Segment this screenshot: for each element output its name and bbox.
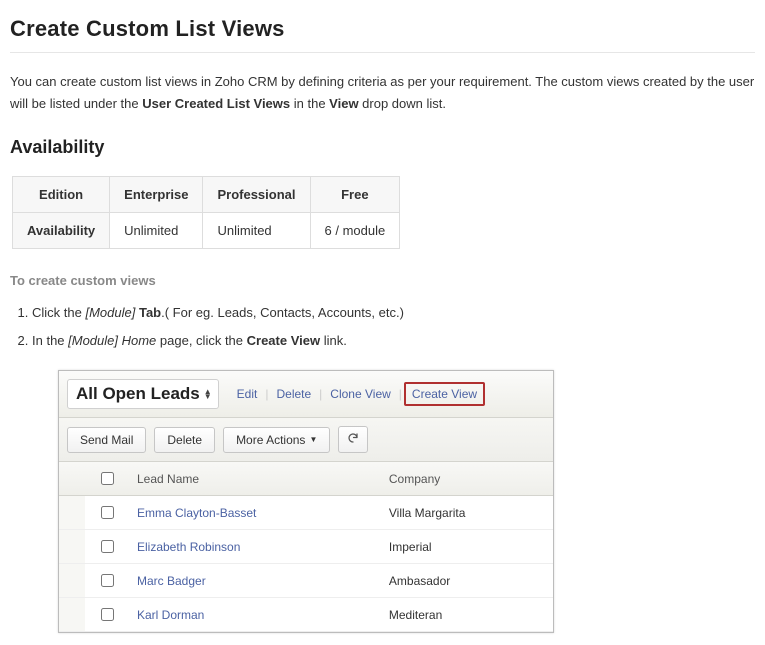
th-lead-name: Lead Name xyxy=(129,462,381,496)
leads-table: Lead Name Company Emma Clayton-Basset Vi… xyxy=(59,462,553,632)
page-title: Create Custom List Views xyxy=(10,16,755,42)
step1-text-b: .( For eg. Leads, Contacts, Accounts, et… xyxy=(161,305,404,320)
company-cell: Villa Margarita xyxy=(381,496,553,530)
more-actions-label: More Actions xyxy=(236,433,305,447)
more-actions-button[interactable]: More Actions ▼ xyxy=(223,427,330,453)
intro-text-2: in the xyxy=(290,96,329,111)
row-checkbox[interactable] xyxy=(101,574,114,587)
table-row: Karl Dorman Mediteran xyxy=(59,598,553,632)
intro-paragraph: You can create custom list views in Zoho… xyxy=(10,71,755,115)
row-checkbox[interactable] xyxy=(101,540,114,553)
availability-heading: Availability xyxy=(10,137,755,158)
view-selector-label: All Open Leads xyxy=(76,384,200,404)
th-professional: Professional xyxy=(203,177,310,213)
step2-text-b: page, click the xyxy=(156,333,246,348)
row-checkbox[interactable] xyxy=(101,608,114,621)
table-row: Emma Clayton-Basset Villa Margarita xyxy=(59,496,553,530)
step1-module: [Module] xyxy=(85,305,135,320)
cell-enterprise: Unlimited xyxy=(110,213,203,249)
view-selector[interactable]: All Open Leads ▲ ▼ xyxy=(67,379,219,409)
step2-module-home: [Module] Home xyxy=(68,333,156,348)
lead-name-link[interactable]: Karl Dorman xyxy=(137,608,204,622)
refresh-icon xyxy=(347,432,359,447)
step1-text-a: Click the xyxy=(32,305,85,320)
company-cell: Ambasador xyxy=(381,564,553,598)
separator: | xyxy=(317,387,324,401)
step2-create-view: Create View xyxy=(247,333,320,348)
view-links: Edit | Delete | Clone View | Create View xyxy=(231,382,485,406)
step2-text-c: link. xyxy=(320,333,347,348)
th-spacer xyxy=(59,462,85,496)
company-cell: Imperial xyxy=(381,530,553,564)
steps-list: Click the [Module] Tab.( For eg. Leads, … xyxy=(32,302,755,352)
step-1: Click the [Module] Tab.( For eg. Leads, … xyxy=(32,302,755,324)
step2-text-a: In the xyxy=(32,333,68,348)
delete-link[interactable]: Delete xyxy=(270,384,317,404)
th-free: Free xyxy=(310,177,400,213)
separator: | xyxy=(263,387,270,401)
row-spacer xyxy=(59,598,85,632)
divider xyxy=(10,52,755,53)
th-edition: Edition xyxy=(13,177,110,213)
select-all-checkbox[interactable] xyxy=(101,472,114,485)
table-row: Elizabeth Robinson Imperial xyxy=(59,530,553,564)
cell-free: 6 / module xyxy=(310,213,400,249)
intro-bold-2: View xyxy=(329,96,358,111)
row-availability: Availability xyxy=(13,213,110,249)
company-cell: Mediteran xyxy=(381,598,553,632)
mockup-toolbar: Send Mail Delete More Actions ▼ xyxy=(59,418,553,462)
edit-link[interactable]: Edit xyxy=(231,384,264,404)
chevron-down-icon: ▼ xyxy=(204,394,212,399)
spinner-icon: ▲ ▼ xyxy=(204,389,212,399)
lead-name-link[interactable]: Emma Clayton-Basset xyxy=(137,506,256,520)
row-spacer xyxy=(59,496,85,530)
step1-tab: Tab xyxy=(139,305,161,320)
step-2: In the [Module] Home page, click the Cre… xyxy=(32,330,755,352)
cell-professional: Unlimited xyxy=(203,213,310,249)
delete-button[interactable]: Delete xyxy=(154,427,215,453)
clone-view-link[interactable]: Clone View xyxy=(324,384,396,404)
subhead-create-views: To create custom views xyxy=(10,273,755,288)
th-select-all xyxy=(85,462,129,496)
lead-name-link[interactable]: Marc Badger xyxy=(137,574,206,588)
row-spacer xyxy=(59,564,85,598)
caret-down-icon: ▼ xyxy=(309,435,317,444)
th-enterprise: Enterprise xyxy=(110,177,203,213)
mockup-header: All Open Leads ▲ ▼ Edit | Delete | Clone… xyxy=(59,371,553,418)
send-mail-button[interactable]: Send Mail xyxy=(67,427,146,453)
refresh-button[interactable] xyxy=(338,426,368,453)
intro-bold-1: User Created List Views xyxy=(142,96,290,111)
separator: | xyxy=(397,387,404,401)
th-company: Company xyxy=(381,462,553,496)
create-view-link[interactable]: Create View xyxy=(404,382,485,406)
screenshot-mockup: All Open Leads ▲ ▼ Edit | Delete | Clone… xyxy=(58,370,554,633)
row-checkbox[interactable] xyxy=(101,506,114,519)
availability-table: Edition Enterprise Professional Free Ava… xyxy=(12,176,400,249)
table-row: Marc Badger Ambasador xyxy=(59,564,553,598)
intro-text-3: drop down list. xyxy=(359,96,446,111)
row-spacer xyxy=(59,530,85,564)
lead-name-link[interactable]: Elizabeth Robinson xyxy=(137,540,240,554)
